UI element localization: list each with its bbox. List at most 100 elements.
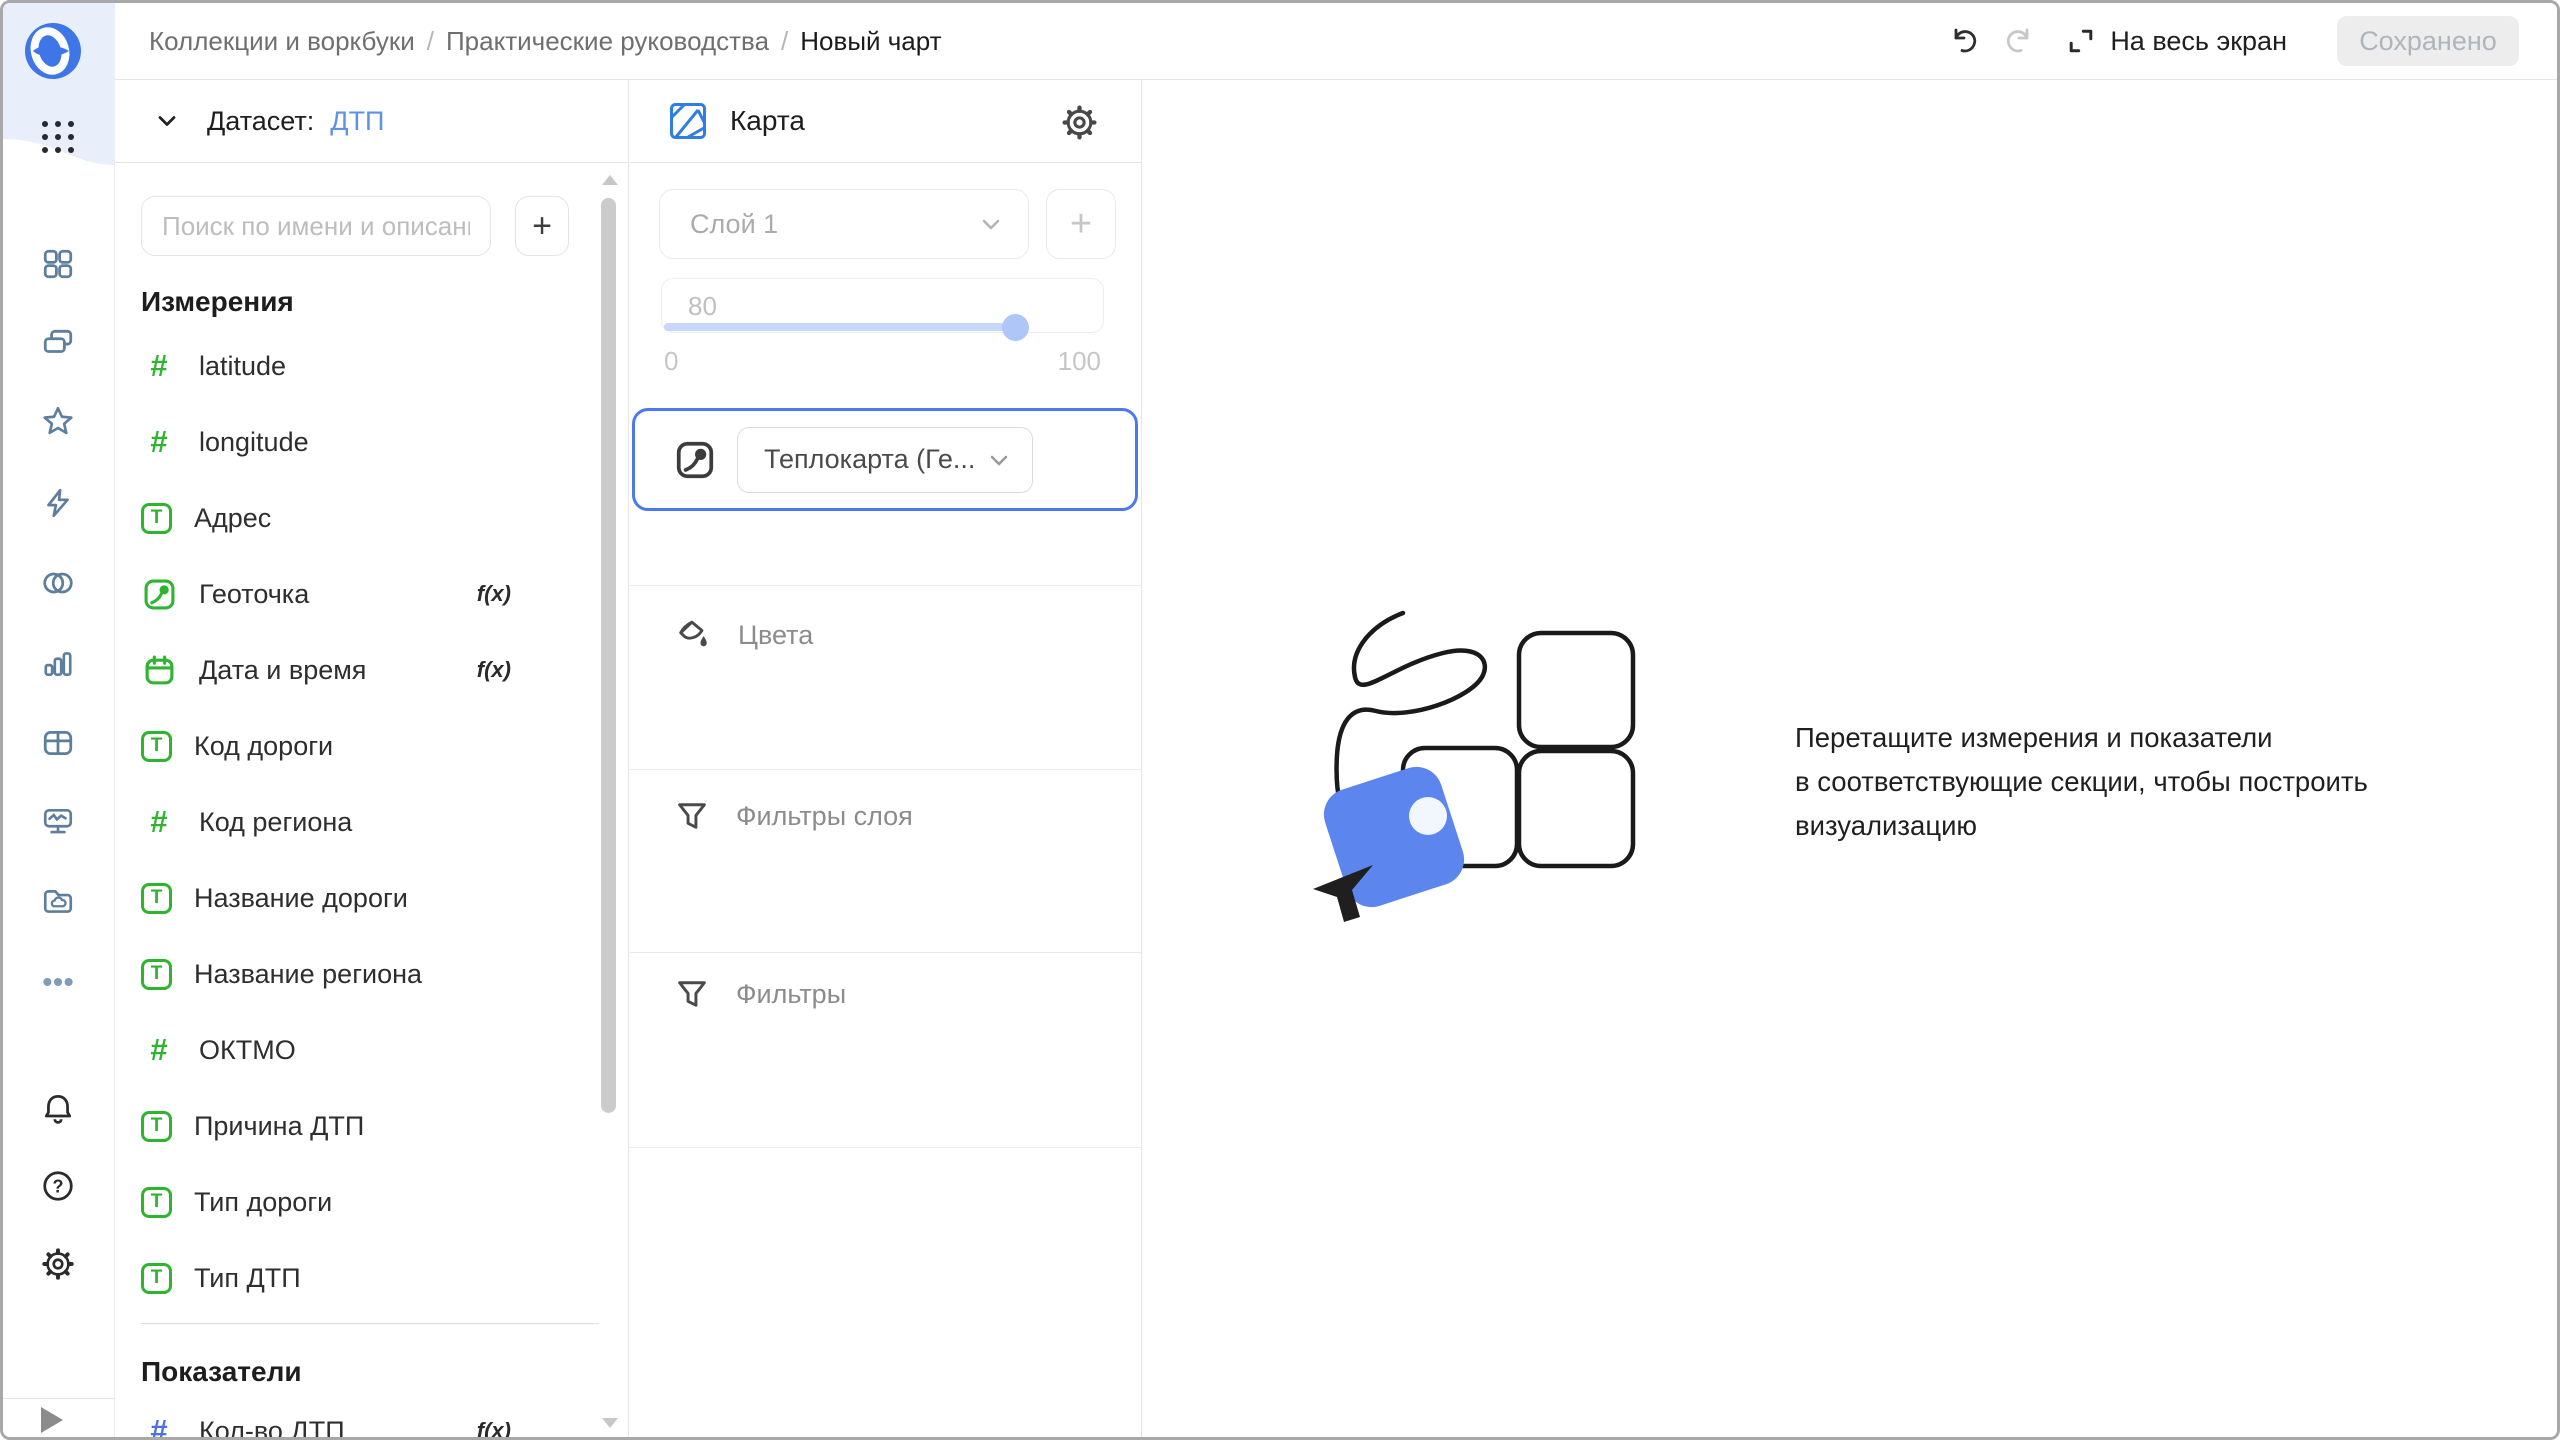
formula-badge: f(x) [476,1418,511,1437]
field-row[interactable]: # T [141,936,515,1012]
string-field-icon: T [141,730,172,762]
dataset-name-link[interactable]: ДТП [330,106,384,137]
editor-monitor-icon[interactable] [36,800,80,844]
opacity-slider-thumb[interactable] [1002,314,1029,341]
collections-icon[interactable] [36,321,80,365]
dataset-header[interactable]: Датасет: ДТП [115,80,628,163]
date-field-icon [141,654,177,687]
add-field-button[interactable]: + [515,196,569,256]
field-row[interactable]: # T [141,480,515,556]
settings-gear-icon[interactable] [36,1242,80,1286]
chart-type-title[interactable]: Карта [730,105,805,137]
save-button[interactable]: Сохранено [2337,16,2519,66]
add-layer-button[interactable]: + [1046,189,1116,259]
dashboards-icon[interactable] [36,242,80,286]
field-label: Адрес [194,502,272,533]
colors-section[interactable]: Цвета [674,616,813,654]
section-divider [630,1147,1141,1148]
field-label: Дата и время [199,654,367,685]
string-field-icon: T [141,1186,172,1218]
geolayer-type-value: Теплокарта (Ге... [764,444,976,474]
expand-icon [2070,29,2093,53]
chevron-down-icon [990,455,1008,465]
fullscreen-label: На весь экран [2110,25,2287,56]
string-field-icon: T [141,1262,172,1294]
chart-type-header: Карта [630,80,1141,163]
geolayer-type-select[interactable]: Теплокарта (Ге... [737,426,1033,493]
field-row[interactable]: # T [141,860,515,936]
field-row[interactable]: # T [141,1012,515,1088]
search-input[interactable] [141,196,491,256]
number-field-icon: # [150,348,168,383]
field-label: Название региона [194,958,423,989]
field-label: longitude [199,426,309,457]
tables-icon[interactable] [36,721,80,765]
field-row[interactable]: # T [141,404,515,480]
section-divider [630,585,1141,586]
breadcrumb-current: Новый чарт [800,25,942,56]
field-label: Код региона [199,806,353,837]
charts-icon[interactable] [36,641,80,685]
field-label: latitude [199,350,287,381]
filters-section[interactable]: Фильтры [674,976,846,1012]
breadcrumb-guides[interactable]: Практические руководства [446,26,769,57]
opacity-slider-track[interactable] [664,323,1016,331]
chart-config-panel: Карта Слой 1 + 80 0 100 Теплокарта (Ге..… [630,80,1142,1437]
layer-select-value: Слой 1 [690,208,779,239]
breadcrumb: Коллекции и воркбуки / Практические руко… [115,26,942,57]
svg-text:?: ? [52,1176,63,1196]
chevron-down-icon[interactable] [153,107,181,135]
field-label: Кол-во ДТП [199,1415,345,1438]
field-row[interactable]: # T [141,1088,515,1164]
colors-section-label: Цвета [738,619,814,650]
chart-settings-gear-icon[interactable] [1057,100,1101,144]
field-row[interactable]: # T [141,1164,515,1240]
sidebar-footer-divider [3,1398,114,1399]
breadcrumb-collections[interactable]: Коллекции и воркбуки [149,26,415,57]
field-row[interactable]: # T [141,632,515,708]
hint-line: в соответствующие секции, чтобы построит… [1795,766,2368,797]
formula-badge: f(x) [476,657,511,682]
opacity-input[interactable] [688,291,768,322]
field-row[interactable]: # T [141,556,515,632]
sidebar-expand-icon[interactable] [41,1407,63,1433]
storage-folder-icon[interactable] [36,880,80,924]
empty-state-hint: Перетащите измерения и показатели в соот… [1795,716,2368,848]
datasets-icon[interactable] [36,561,80,605]
section-divider [630,952,1141,953]
breadcrumb-separator: / [781,25,789,56]
layer-filters-section[interactable]: Фильтры слоя [674,798,913,834]
field-row[interactable]: # T [141,708,515,784]
datalens-logo[interactable] [25,23,81,79]
field-row[interactable]: # T [141,784,515,860]
field-row[interactable]: # T [141,328,515,404]
left-sidebar: ? [3,3,115,1437]
dimensions-list: # T [141,328,515,1316]
favorites-star-icon[interactable] [36,399,80,443]
funnel-icon [678,803,706,829]
string-field-icon: T [141,502,172,534]
measures-divider [141,1323,599,1324]
layer-select[interactable]: Слой 1 [659,189,1029,259]
apps-menu-icon[interactable] [42,121,74,153]
scrollbar-thumb[interactable] [601,198,616,1113]
geolayer-drop-zone[interactable]: Теплокарта (Ге... [632,408,1138,511]
field-row[interactable]: # T Кол-во ДТП f(x) [141,1393,515,1437]
field-row[interactable]: # T [141,1240,515,1316]
scroll-down-icon[interactable] [602,1418,618,1428]
field-label: Тип ДТП [194,1262,301,1293]
hint-line: визуализацию [1795,810,1978,841]
chevron-down-icon [982,219,1000,230]
filters-label: Фильтры [736,978,847,1009]
number-field-icon: # [150,804,168,839]
more-options-icon[interactable] [36,960,80,1004]
fullscreen-control[interactable]: На весь экран [2066,26,2287,57]
help-icon[interactable]: ? [36,1164,80,1208]
section-divider [630,769,1141,770]
scroll-up-icon[interactable] [602,175,618,185]
paint-bucket-icon [679,620,707,647]
redo-icon[interactable] [1998,19,2042,63]
connections-icon[interactable] [36,481,80,525]
notifications-bell-icon[interactable] [36,1085,80,1129]
undo-icon[interactable] [1941,19,1985,63]
